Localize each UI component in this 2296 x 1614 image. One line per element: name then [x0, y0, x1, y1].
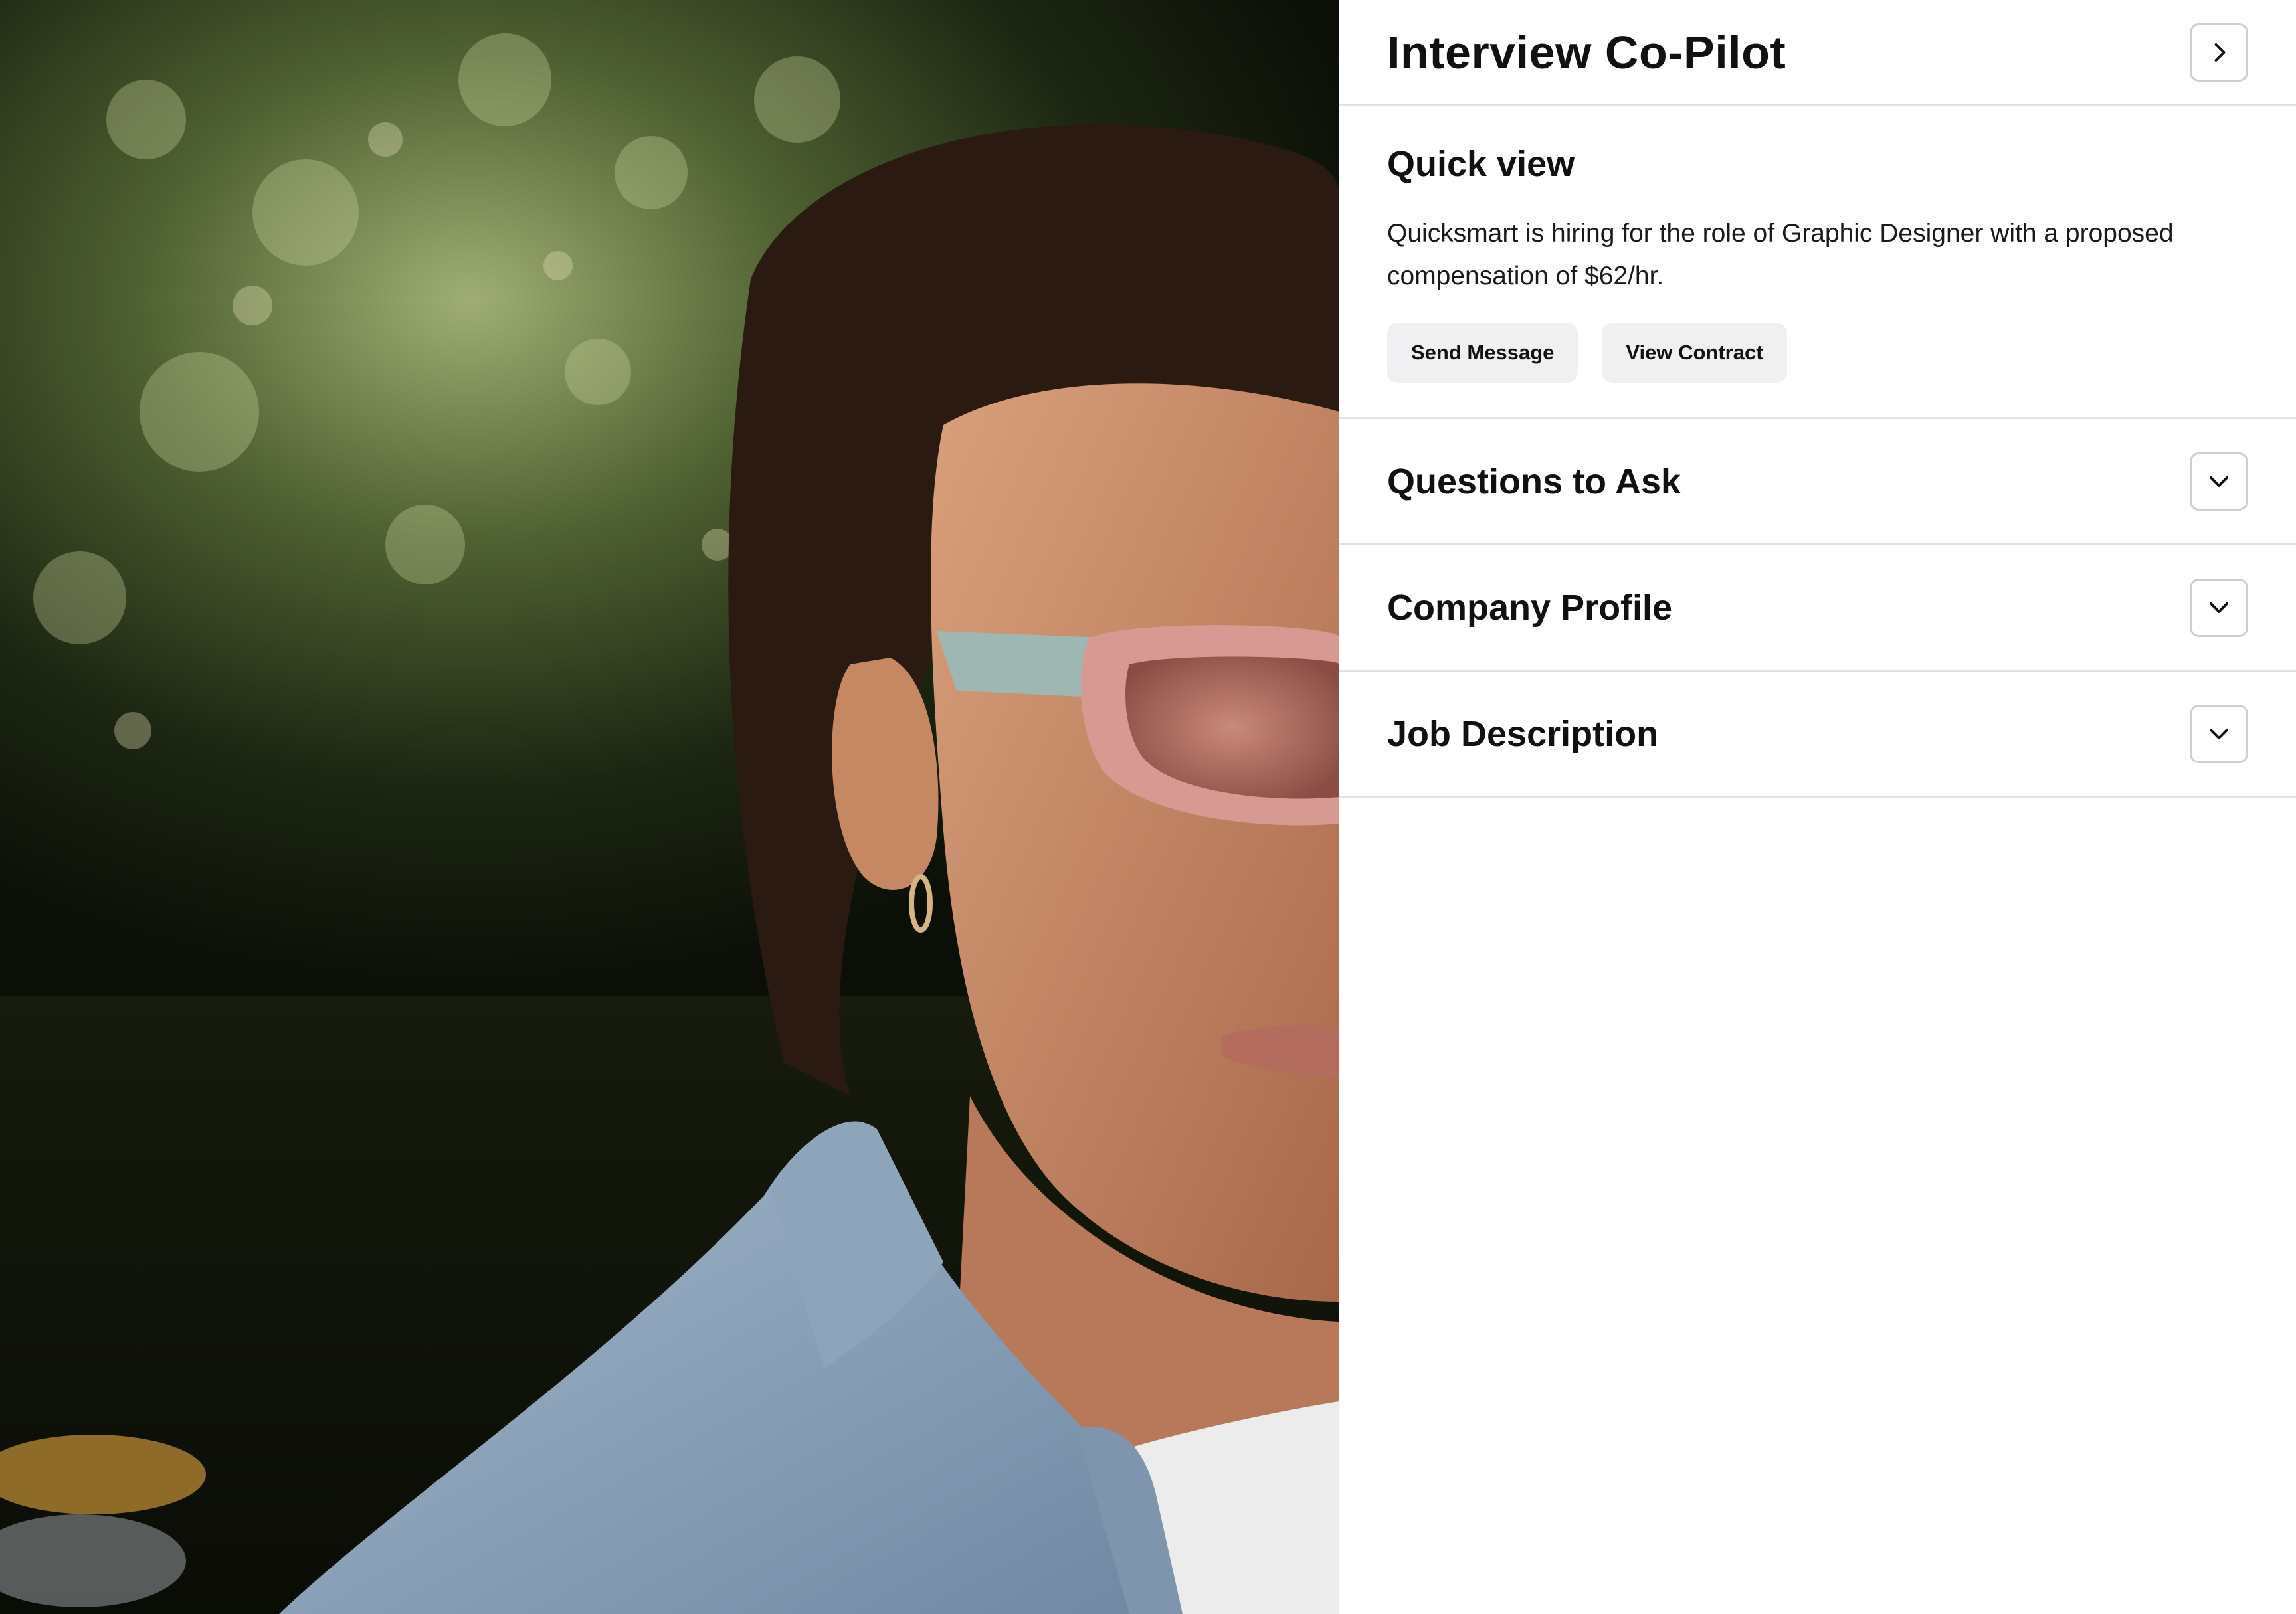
- view-contract-button[interactable]: View Contract: [1602, 323, 1787, 383]
- background-photo: [0, 0, 1339, 1614]
- app-window: Interview Co-Pilot Quick view Quicksmart…: [0, 0, 2296, 1614]
- chevron-down-icon: [2210, 476, 2228, 487]
- section-title: Questions to Ask: [1387, 461, 1681, 501]
- chevron-right-icon: [2214, 43, 2226, 62]
- section-job-description[interactable]: Job Description: [1339, 672, 2296, 798]
- chevron-down-icon: [2210, 728, 2228, 739]
- send-message-button[interactable]: Send Message: [1387, 323, 1578, 383]
- chevron-down-icon: [2210, 602, 2228, 613]
- quick-view-actions: Send Message View Contract: [1387, 323, 2248, 383]
- section-company-profile[interactable]: Company Profile: [1339, 545, 2296, 672]
- expand-company-profile-button[interactable]: [2190, 578, 2248, 637]
- expand-questions-button[interactable]: [2190, 452, 2248, 511]
- quick-view-section: Quick view Quicksmart is hiring for the …: [1339, 106, 2296, 419]
- quick-view-heading: Quick view: [1387, 144, 1575, 184]
- panel-title: Interview Co-Pilot: [1387, 26, 1786, 78]
- copilot-panel: Interview Co-Pilot Quick view Quicksmart…: [1339, 0, 2296, 1614]
- expand-job-description-button[interactable]: [2190, 704, 2248, 763]
- section-title: Job Description: [1387, 713, 1659, 754]
- section-questions-to-ask[interactable]: Questions to Ask: [1339, 419, 2296, 545]
- section-title: Company Profile: [1387, 587, 1673, 628]
- collapse-panel-button[interactable]: [2190, 23, 2248, 82]
- quick-view-summary: Quicksmart is hiring for the role of Gra…: [1387, 219, 2174, 290]
- panel-header: Interview Co-Pilot: [1339, 0, 2296, 106]
